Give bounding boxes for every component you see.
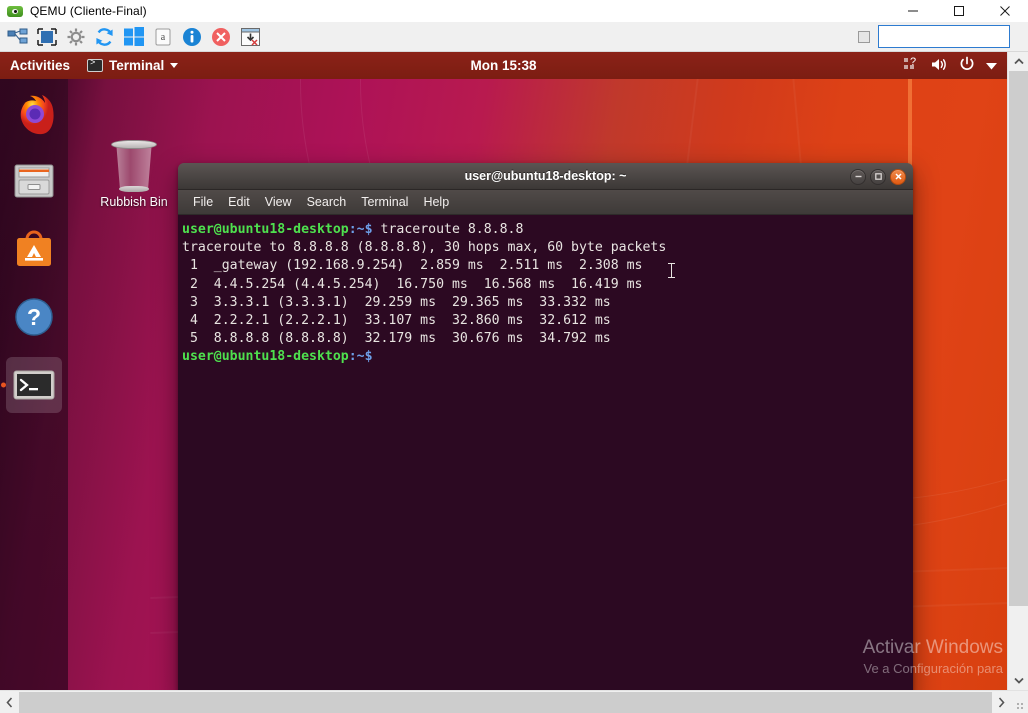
vm-viewport[interactable]: Activities Terminal Mon 15:38 ? [0, 52, 1007, 690]
terminal-line: 5 8.8.8.8 (8.8.8.8) 32.179 ms 30.676 ms … [180, 330, 913, 348]
app-menu-label: Terminal [109, 58, 164, 73]
menu-search[interactable]: Search [301, 193, 353, 211]
terminal-icon [87, 59, 103, 72]
desktop-icon-label: Rubbish Bin [93, 195, 175, 210]
terminal-output-area[interactable]: user@ubuntu18-desktop:~$ traceroute 8.8.… [178, 215, 913, 690]
menu-edit[interactable]: Edit [222, 193, 256, 211]
dock-item-help[interactable]: ? [0, 283, 68, 351]
terminal-minimize-button[interactable] [850, 169, 866, 185]
menu-file[interactable]: File [187, 193, 219, 211]
dock-item-files[interactable] [0, 147, 68, 215]
dock-item-firefox[interactable] [0, 79, 68, 147]
gnome-top-panel: Activities Terminal Mon 15:38 ? [0, 52, 1007, 79]
screen-root: QEMU (Cliente-Final) [0, 0, 1028, 713]
fullscreen-icon[interactable] [34, 24, 60, 50]
host-minimize-button[interactable] [890, 0, 936, 22]
settings-gear-icon[interactable] [63, 24, 89, 50]
menu-help[interactable]: Help [417, 193, 455, 211]
help-icon: ? [10, 293, 58, 341]
scroll-down-arrow-icon[interactable] [1008, 671, 1028, 690]
scroll-right-arrow-icon[interactable] [992, 691, 1011, 713]
host-maximize-button[interactable] [936, 0, 982, 22]
menu-view[interactable]: View [259, 193, 298, 211]
info-icon[interactable] [179, 24, 205, 50]
terminal-command: traceroute 8.8.8.8 [373, 222, 524, 237]
qemu-toolbar-checkbox[interactable] [858, 31, 870, 43]
terminal-line: 2 4.4.5.254 (4.4.5.254) 16.750 ms 16.568… [180, 276, 913, 294]
vertical-scrollbar[interactable] [1007, 52, 1028, 690]
desktop-icon-rubbish-bin[interactable]: Rubbish Bin [93, 140, 175, 210]
chevron-down-icon[interactable] [986, 58, 997, 73]
menu-terminal[interactable]: Terminal [355, 193, 414, 211]
power-icon[interactable] [959, 56, 975, 75]
terminal-line: 1 _gateway (192.168.9.254) 2.859 ms 2.51… [180, 257, 913, 275]
chevron-down-icon [170, 63, 178, 68]
terminal-icon [10, 361, 58, 409]
dock-item-ubuntu-software[interactable] [0, 215, 68, 283]
terminal-prompt-user: user@ubuntu18-desktop [182, 222, 349, 237]
firefox-icon [10, 89, 58, 137]
host-caption-buttons [890, 0, 1028, 22]
ubuntu-software-icon [10, 225, 58, 273]
scroll-up-arrow-icon[interactable] [1008, 52, 1028, 71]
terminal-window-buttons [850, 163, 906, 190]
terminal-maximize-button[interactable] [870, 169, 886, 185]
qemu-toolbar-text-input[interactable] [878, 25, 1010, 48]
horizontal-scrollbar[interactable] [0, 690, 1028, 713]
terminal-line: user@ubuntu18-desktop:~$ traceroute 8.8.… [180, 221, 913, 239]
svg-text:?: ? [910, 57, 916, 68]
terminal-prompt-path: :~$ [349, 349, 373, 364]
dock-item-terminal[interactable] [0, 351, 68, 419]
refresh-icon[interactable] [92, 24, 118, 50]
files-icon [10, 157, 58, 205]
ubuntu-dock: ? [0, 79, 68, 690]
text-cursor-icon [671, 263, 672, 278]
vertical-scrollbar-thumb[interactable] [1009, 71, 1028, 606]
terminal-menubar: File Edit View Search Terminal Help [178, 190, 913, 215]
panel-tray: ? [904, 56, 1007, 75]
keyboard-language-icon[interactable]: ? [904, 57, 920, 74]
host-window-title: QEMU (Cliente-Final) [30, 4, 147, 18]
svg-text:?: ? [27, 304, 41, 330]
terminal-line: user@ubuntu18-desktop:~$ [180, 348, 913, 366]
terminal-line: traceroute to 8.8.8.8 (8.8.8.8), 30 hops… [180, 239, 913, 257]
host-close-button[interactable] [982, 0, 1028, 22]
horizontal-scrollbar-thumb[interactable] [19, 692, 992, 713]
app-menu-button[interactable]: Terminal [79, 52, 186, 79]
resize-grip[interactable] [1011, 691, 1028, 713]
scroll-left-arrow-icon[interactable] [0, 691, 19, 713]
save-screen-icon[interactable] [237, 24, 263, 50]
document-icon[interactable]: a [150, 24, 176, 50]
qemu-toolbar: a [0, 22, 1028, 52]
terminal-prompt-user: user@ubuntu18-desktop [182, 349, 349, 364]
terminal-line: 3 3.3.3.1 (3.3.3.1) 29.259 ms 29.365 ms … [180, 294, 913, 312]
terminal-window[interactable]: user@ubuntu18-desktop: ~ File Edit Vie [178, 163, 913, 690]
host-window-titlebar: QEMU (Cliente-Final) [0, 0, 1028, 22]
terminal-prompt-path: :~$ [349, 222, 373, 237]
rubbish-bin-icon [111, 140, 157, 190]
svg-text:a: a [161, 32, 166, 43]
qemu-icon [7, 3, 23, 19]
terminal-titlebar[interactable]: user@ubuntu18-desktop: ~ [178, 163, 913, 190]
network-icon[interactable] [5, 24, 31, 50]
windows-logo-icon[interactable] [121, 24, 147, 50]
volume-icon[interactable] [931, 57, 948, 75]
terminal-line: 4 2.2.2.1 (2.2.2.1) 33.107 ms 32.860 ms … [180, 312, 913, 330]
activities-button[interactable]: Activities [0, 52, 79, 79]
close-red-icon[interactable] [208, 24, 234, 50]
terminal-title: user@ubuntu18-desktop: ~ [465, 169, 627, 183]
terminal-close-button[interactable] [890, 169, 906, 185]
